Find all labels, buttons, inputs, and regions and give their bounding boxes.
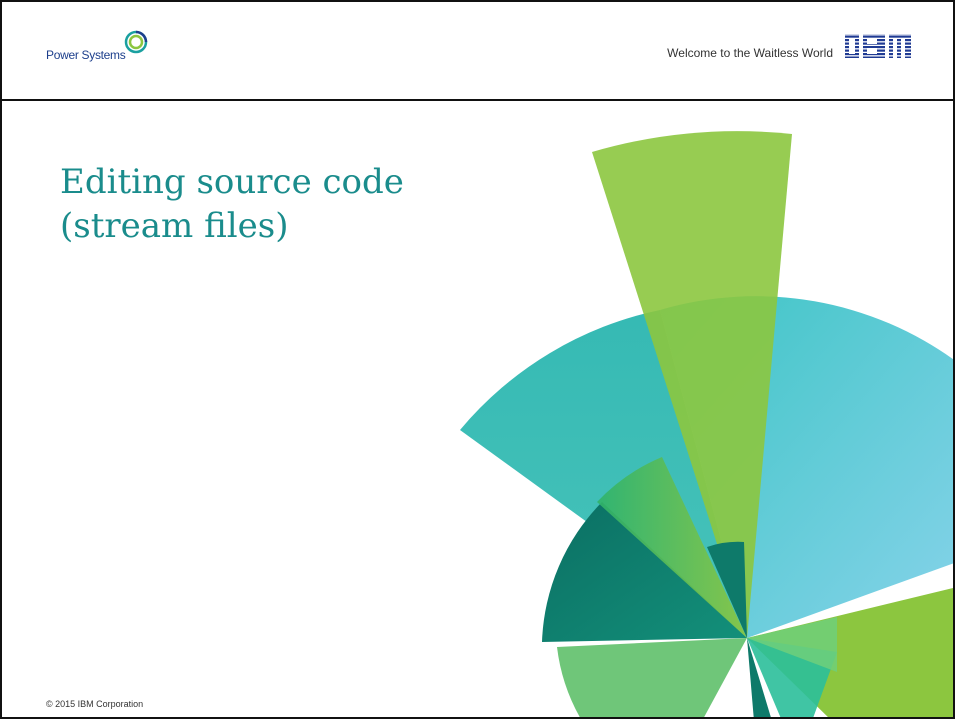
graphic-segment-green-lower: [557, 638, 747, 717]
copyright: © 2015 IBM Corporation: [46, 699, 144, 709]
decorative-radial-graphic: [460, 131, 953, 717]
slide: Power Systems Welcome to the Waitless Wo…: [0, 0, 955, 719]
